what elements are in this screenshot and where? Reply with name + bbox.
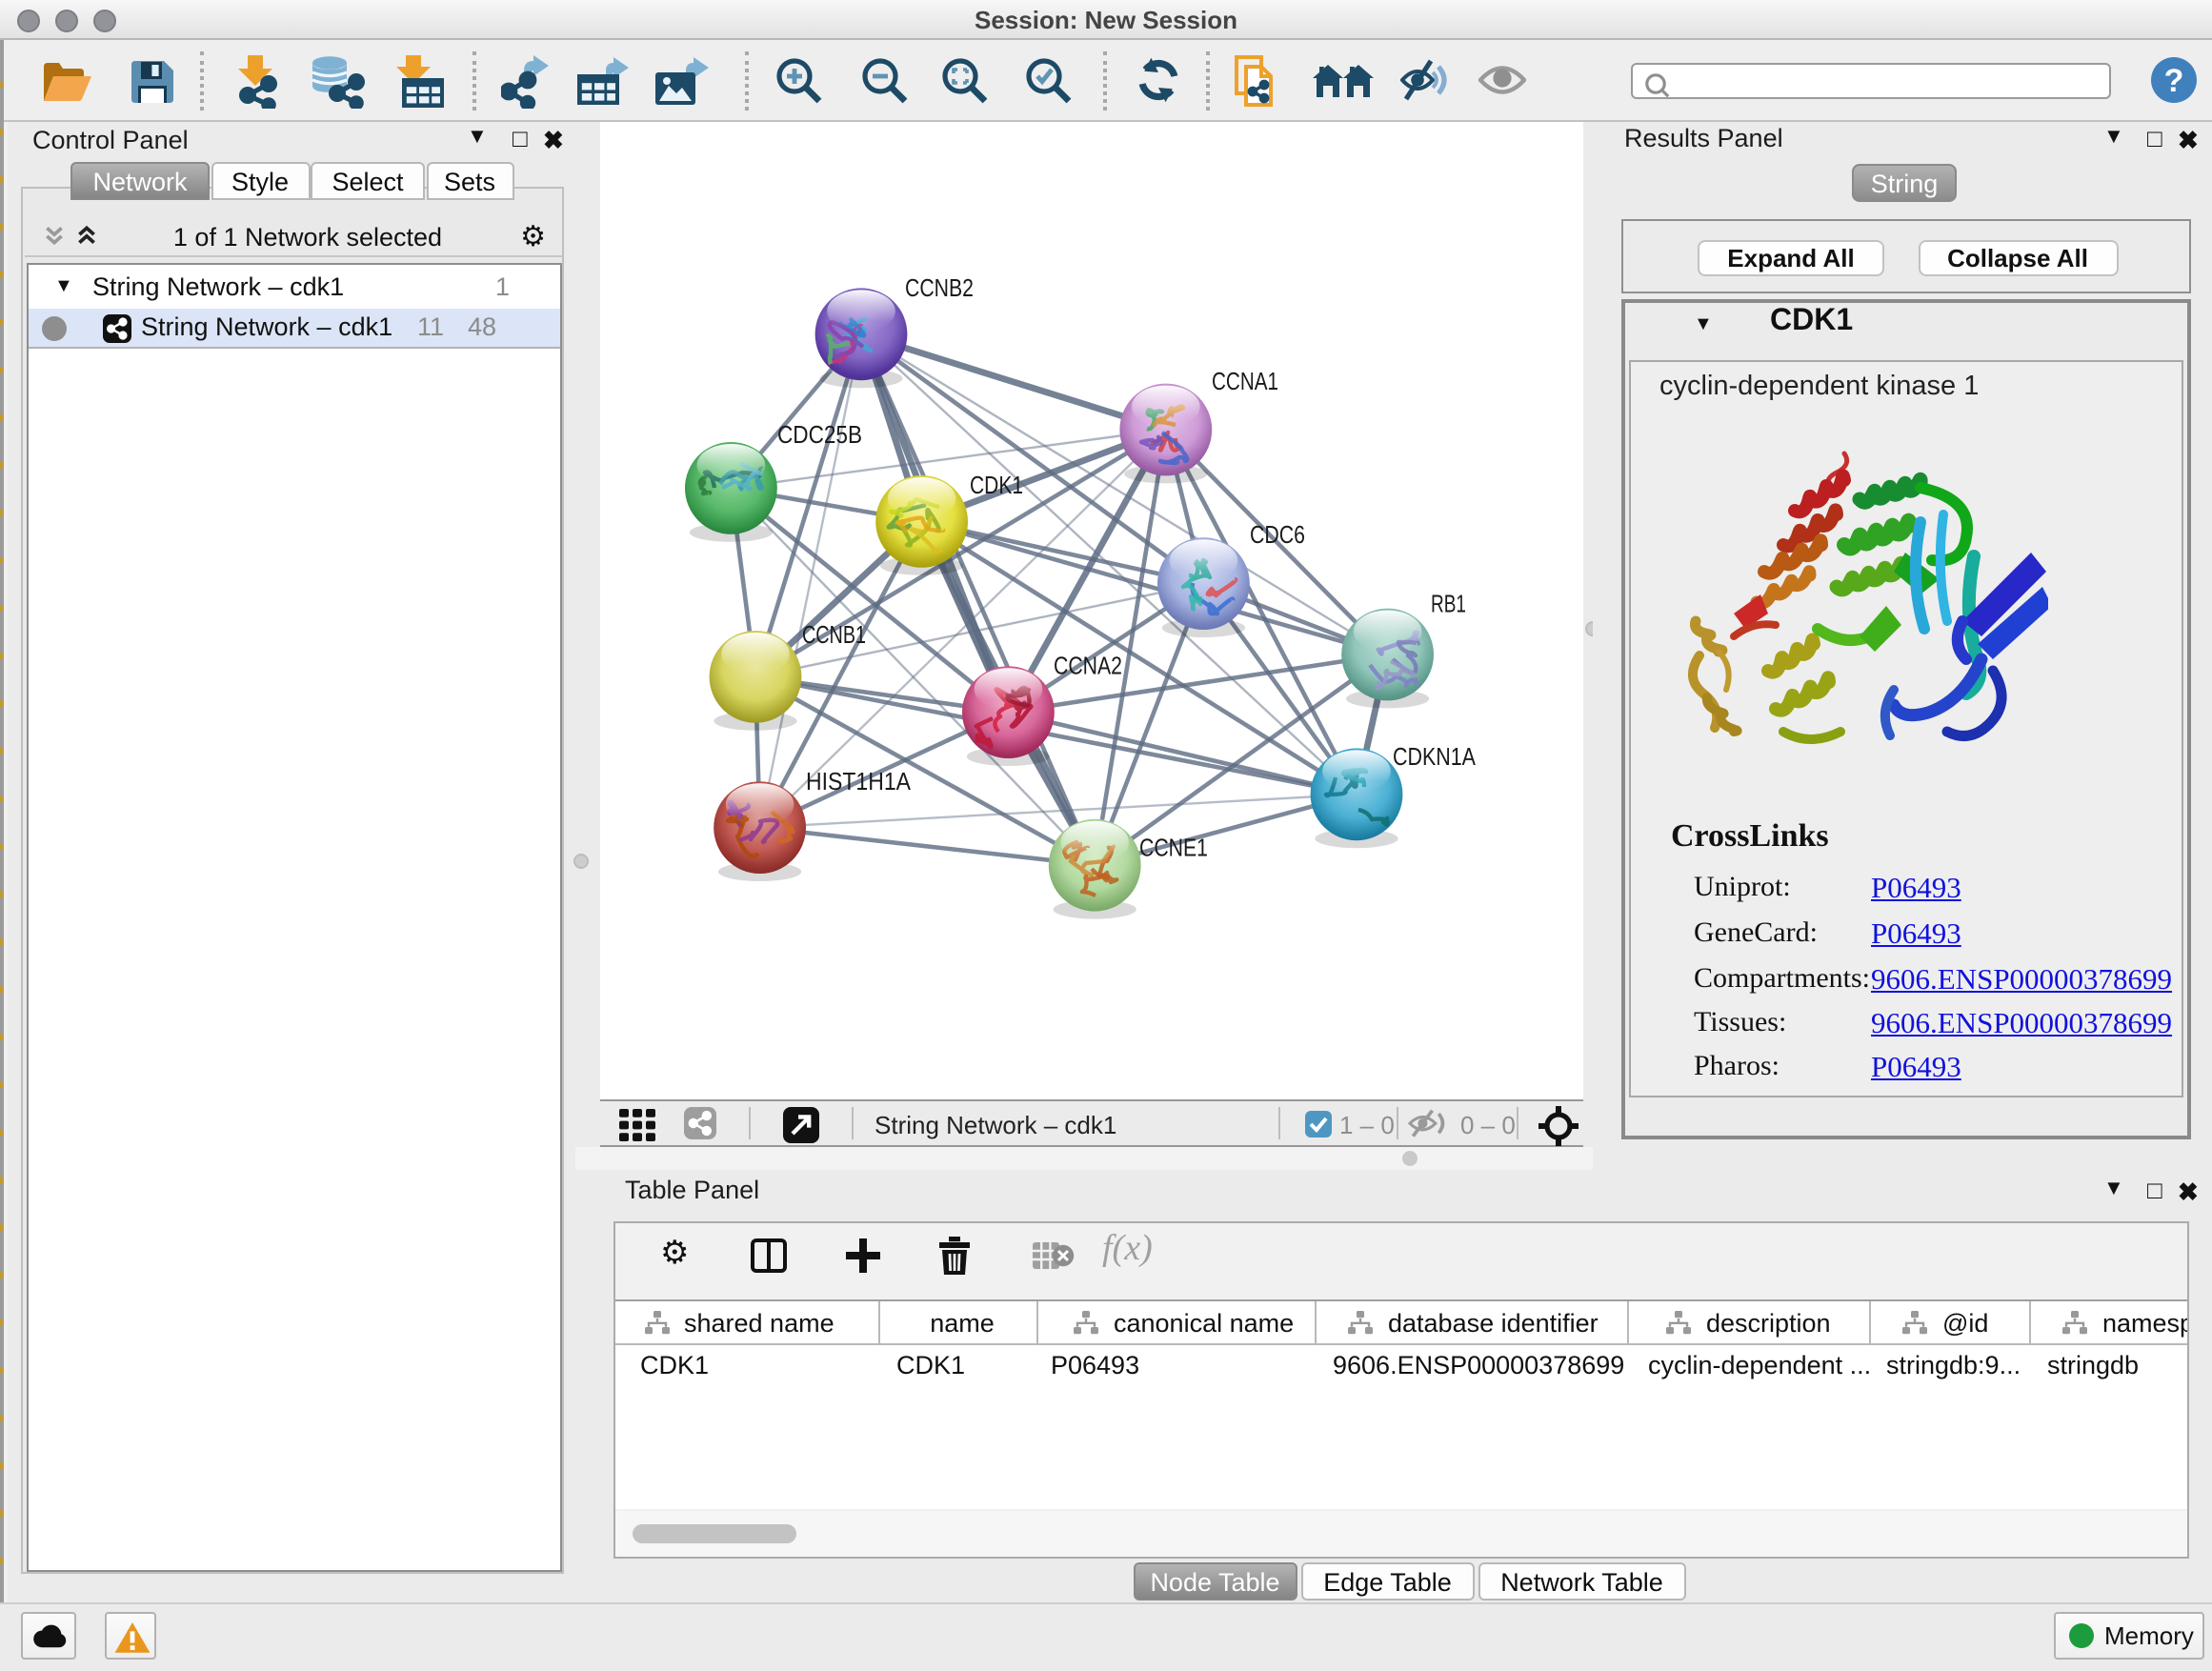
svg-text:CCNE1: CCNE1 [1139,834,1208,862]
svg-text:CCNA1: CCNA1 [1212,367,1278,395]
svg-text:CCNB1: CCNB1 [802,620,866,649]
svg-text:RB1: RB1 [1431,589,1466,617]
svg-text:CDC25B: CDC25B [777,420,862,449]
svg-text:?: ? [2164,63,2184,99]
svg-text:HIST1H1A: HIST1H1A [806,767,912,795]
svg-text:CCNB2: CCNB2 [905,273,974,302]
svg-text:CCNA2: CCNA2 [1054,652,1122,680]
svg-text:CDC6: CDC6 [1250,520,1305,549]
svg-text:CDKN1A: CDKN1A [1393,742,1477,771]
svg-text:CDK1: CDK1 [970,471,1023,499]
